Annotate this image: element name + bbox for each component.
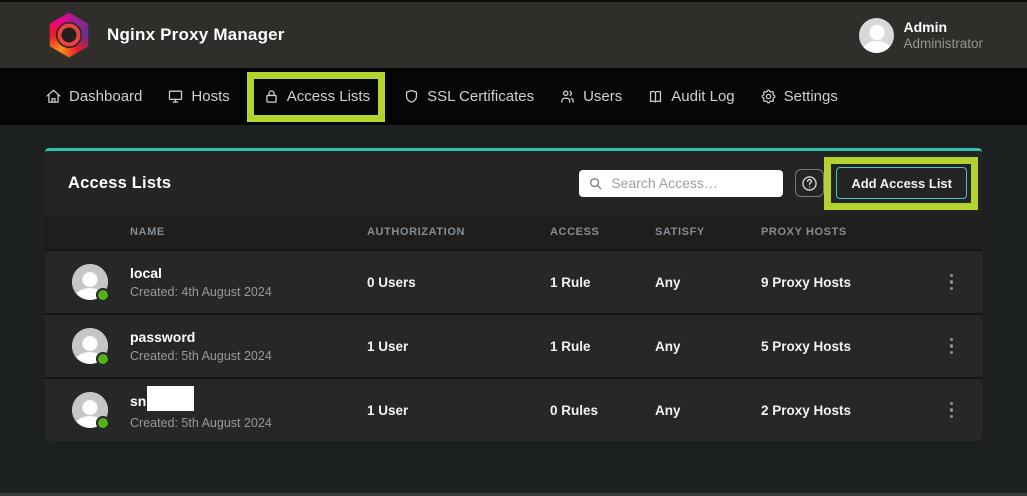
access-value: 1 Rule [550, 339, 655, 354]
button-highlight-wrapper: Add Access List [836, 167, 967, 199]
access-list-name: sn [130, 388, 272, 413]
column-header-name: NAME [72, 226, 367, 238]
proxy-hosts-value: 2 Proxy Hosts [761, 403, 921, 418]
users-icon [559, 88, 576, 105]
add-access-list-button[interactable]: Add Access List [836, 167, 967, 199]
row-menu-button[interactable] [939, 395, 965, 425]
table-row: sn Created: 5th August 2024 1 User 0 Rul… [45, 377, 982, 441]
proxy-hosts-value: 5 Proxy Hosts [761, 339, 921, 354]
gear-icon [760, 88, 777, 105]
satisfy-value: Any [655, 275, 761, 290]
authorization-value: 1 User [367, 403, 550, 418]
table-row: password Created: 5th August 2024 1 User… [45, 313, 982, 377]
redaction-box [147, 386, 194, 411]
access-list-name: local [130, 264, 272, 282]
satisfy-value: Any [655, 339, 761, 354]
nav-label: Users [583, 88, 622, 105]
app-title: Nginx Proxy Manager [107, 25, 285, 45]
nav-label: Hosts [191, 88, 229, 105]
row-menu-button[interactable] [939, 331, 965, 361]
user-name: Admin [903, 19, 983, 36]
panel-header: Access Lists Add Access List [45, 151, 982, 215]
name-block: local Created: 4th August 2024 [130, 264, 272, 301]
status-dot [96, 416, 110, 430]
created-date: Created: 5th August 2024 [130, 415, 272, 432]
app-header: Nginx Proxy Manager Admin Administrator [0, 2, 1027, 68]
nav-item-ssl-certificates[interactable]: SSL Certificates [403, 88, 534, 105]
column-header-access: ACCESS [550, 226, 655, 238]
authorization-value: 0 Users [367, 275, 550, 290]
nav-highlight-wrapper: Access Lists [263, 88, 370, 105]
access-list-name: password [130, 328, 272, 346]
authorization-value: 1 User [367, 339, 550, 354]
help-button[interactable] [795, 169, 824, 197]
nav-item-users[interactable]: Users [559, 88, 622, 105]
satisfy-value: Any [655, 403, 761, 418]
column-header-satisfy: SATISFY [655, 226, 761, 238]
nav-label: SSL Certificates [427, 88, 534, 105]
table-row: local Created: 4th August 2024 0 Users 1… [45, 249, 982, 313]
status-dot [96, 352, 110, 366]
home-icon [45, 88, 62, 105]
nav-item-settings[interactable]: Settings [760, 88, 838, 105]
shield-icon [403, 88, 420, 105]
nav-item-access-lists[interactable]: Access Lists [263, 88, 370, 105]
search-input[interactable] [611, 175, 775, 191]
lock-icon [263, 88, 280, 105]
help-icon [800, 174, 819, 193]
proxy-hosts-value: 9 Proxy Hosts [761, 275, 921, 290]
page-content: Access Lists Add Access List [0, 125, 1027, 441]
name-block: sn Created: 5th August 2024 [130, 388, 272, 432]
main-nav: Dashboard Hosts Access Lists SSL Certifi… [0, 68, 1027, 125]
table-header: NAME AUTHORIZATION ACCESS SATISFY PROXY … [45, 215, 982, 249]
created-date: Created: 5th August 2024 [130, 348, 272, 365]
status-dot [96, 288, 110, 302]
nav-label: Dashboard [69, 88, 142, 105]
access-list-avatar [72, 264, 108, 300]
user-menu[interactable]: Admin Administrator [859, 18, 983, 53]
name-cell: local Created: 4th August 2024 [72, 264, 367, 301]
page-title: Access Lists [68, 174, 171, 193]
app-window: Nginx Proxy Manager Admin Administrator … [0, 0, 1027, 496]
user-role: Administrator [903, 36, 983, 52]
name-block: password Created: 5th August 2024 [130, 328, 272, 365]
access-list-avatar [72, 392, 108, 428]
name-cell: sn Created: 5th August 2024 [72, 388, 367, 432]
created-date: Created: 4th August 2024 [130, 284, 272, 301]
nav-label: Audit Log [671, 88, 734, 105]
search-icon [588, 176, 603, 191]
nav-item-dashboard[interactable]: Dashboard [45, 88, 142, 105]
search-box [579, 170, 783, 197]
book-icon [647, 88, 664, 105]
monitor-icon [167, 88, 184, 105]
name-cell: password Created: 5th August 2024 [72, 328, 367, 365]
user-info: Admin Administrator [903, 19, 983, 52]
access-lists-panel: Access Lists Add Access List [45, 148, 982, 441]
panel-controls: Add Access List [579, 167, 967, 199]
column-header-authorization: AUTHORIZATION [367, 226, 550, 238]
nginx-proxy-manager-logo-icon [48, 13, 90, 58]
nav-label: Access Lists [287, 88, 370, 105]
row-menu-button[interactable] [939, 267, 965, 297]
access-value: 1 Rule [550, 275, 655, 290]
column-header-proxy-hosts: PROXY HOSTS [761, 226, 921, 238]
access-value: 0 Rules [550, 403, 655, 418]
nav-item-audit-log[interactable]: Audit Log [647, 88, 734, 105]
user-avatar [859, 18, 894, 53]
access-list-avatar [72, 328, 108, 364]
nav-item-hosts[interactable]: Hosts [167, 88, 229, 105]
nav-label: Settings [784, 88, 838, 105]
